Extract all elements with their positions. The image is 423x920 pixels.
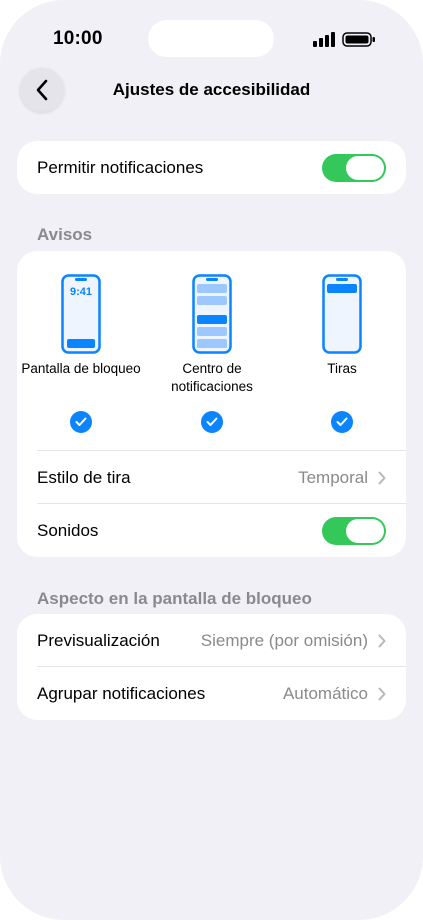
lock-screen-label: Pantalla de bloqueo [21,361,141,376]
divider [37,503,406,504]
status-icons [313,32,375,47]
banners-option[interactable] [322,274,362,354]
lock-screen-section-header: Aspecto en la pantalla de bloqueo [37,589,312,608]
sounds-label: Sonidos [37,521,99,540]
notification-center-preview-icon [192,274,232,354]
notification-center-label-line2: notificaciones [171,379,253,394]
lock-screen-check[interactable] [70,411,92,433]
banners-preview-icon [322,274,362,354]
dynamic-island [148,20,274,57]
divider [37,666,406,667]
chevron-right-icon [378,634,386,647]
signal-icon [313,32,335,47]
checkmark-icon [206,417,218,426]
notification-center-label-line1: Centro de [182,361,242,376]
phone-screen: 10:00 Ajustes de accesibilidad Permitir … [0,0,423,920]
lock-screen-appearance-card: Previsualización Siempre (por omisión) A… [17,614,406,720]
preview-row[interactable]: Previsualización Siempre (por omisión) [37,627,386,654]
page-title: Ajustes de accesibilidad [112,80,311,99]
grouping-label: Agrupar notificaciones [37,683,206,703]
status-time: 10:00 [53,28,103,49]
battery-icon [342,32,375,47]
toggle-knob [346,155,384,180]
sounds-toggle[interactable] [322,517,386,545]
alerts-card: 9:41 Pantalla de bloqueo Centro de notif… [17,251,406,557]
chevron-right-icon [378,687,386,700]
notification-center-option[interactable] [192,274,232,354]
banner-style-label: Estilo de tira [37,467,131,487]
preview-label: Previsualización [37,630,160,650]
allow-notifications-card: Permitir notificaciones [17,141,406,194]
divider [37,450,406,451]
lock-screen-preview-time: 9:41 [69,286,93,298]
checkmark-icon [75,417,87,426]
grouping-row[interactable]: Agrupar notificaciones Automático [37,680,386,707]
checkmark-icon [336,417,348,426]
toggle-knob [346,519,384,543]
chevron-right-icon [378,471,386,484]
banner-style-row[interactable]: Estilo de tira Temporal [37,464,386,491]
grouping-value: Automático [282,683,368,703]
notification-center-label: Centro de notificaciones [148,360,276,396]
notification-center-check[interactable] [201,411,223,433]
banners-check[interactable] [331,411,353,433]
lock-screen-option[interactable]: 9:41 [61,274,101,354]
allow-notifications-label: Permitir notificaciones [37,157,204,177]
alerts-section-header: Avisos [37,225,93,244]
banners-label: Tiras [327,361,357,376]
preview-value: Siempre (por omisión) [200,630,368,650]
banner-style-value: Temporal [298,467,368,487]
allow-notifications-toggle[interactable] [322,153,386,182]
